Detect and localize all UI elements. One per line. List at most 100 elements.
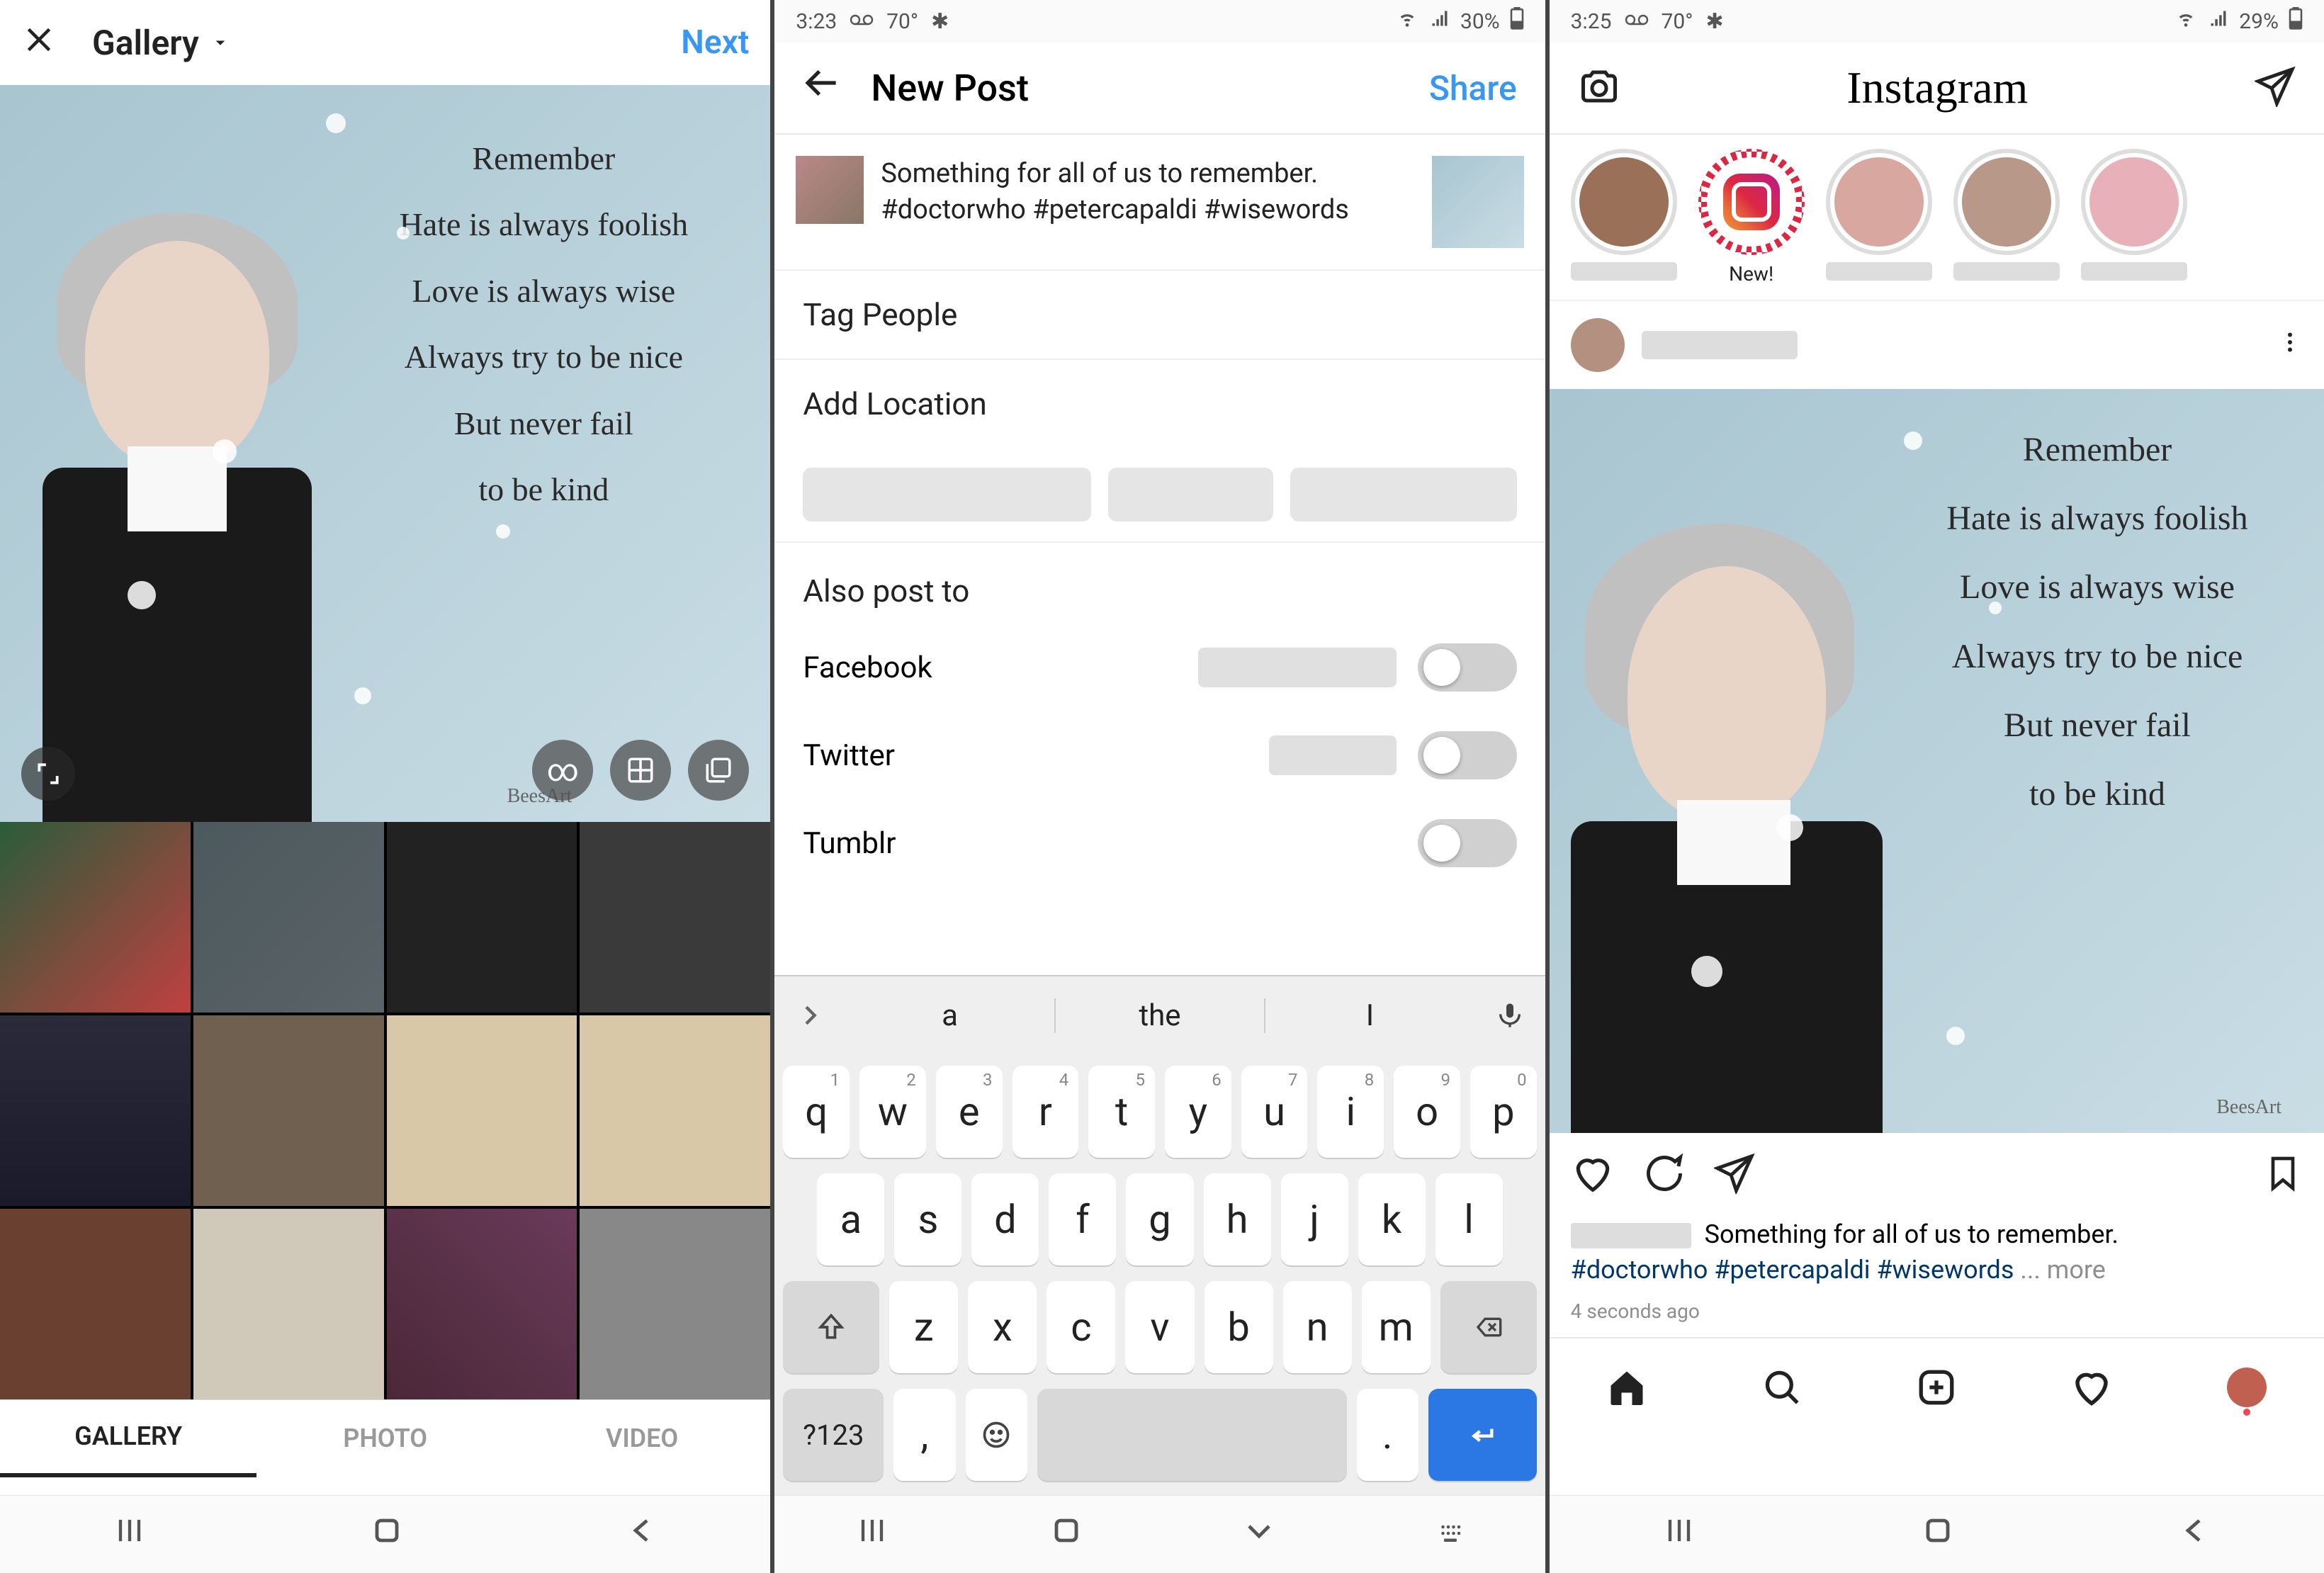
thumbnail[interactable] [193, 1209, 384, 1399]
stories-tray[interactable]: New! [1550, 135, 2324, 301]
thumbnail[interactable] [580, 1209, 770, 1399]
caption-hashtags[interactable]: #doctorwho #petercapaldi #wisewords [1571, 1255, 2014, 1285]
recents-icon[interactable] [111, 1512, 148, 1557]
caption-username-redacted[interactable] [1571, 1223, 1691, 1248]
key-shift[interactable] [783, 1281, 879, 1373]
nav-search-icon[interactable] [1759, 1365, 1805, 1410]
tab-photo[interactable]: PHOTO [256, 1400, 513, 1477]
suggestion-3[interactable]: I [1265, 998, 1474, 1033]
suggestion-1[interactable]: a [845, 998, 1055, 1033]
nav-home-icon[interactable] [1604, 1365, 1649, 1410]
add-location-row[interactable]: Add Location [774, 360, 1545, 448]
back-icon[interactable] [626, 1513, 660, 1556]
key-j[interactable]: j [1281, 1173, 1348, 1265]
comment-icon[interactable] [1643, 1152, 1686, 1197]
keyboard-switch-icon[interactable] [1435, 1514, 1466, 1555]
key-e[interactable]: e3 [936, 1066, 1003, 1158]
post-image[interactable]: Remember Hate is always foolish Love is … [1550, 389, 2324, 1133]
mic-icon[interactable] [1474, 1001, 1545, 1030]
nav-profile-icon[interactable] [2224, 1365, 2269, 1410]
thumbnail[interactable] [580, 1015, 770, 1206]
story-item[interactable] [1953, 149, 2060, 286]
suggestion-2[interactable]: the [1056, 998, 1265, 1033]
tab-video[interactable]: VIDEO [514, 1400, 770, 1477]
home-icon[interactable] [1049, 1513, 1083, 1556]
thumbnail[interactable] [193, 1015, 384, 1206]
key-w[interactable]: w2 [859, 1066, 926, 1158]
key-space[interactable] [1037, 1389, 1347, 1481]
back-arrow-icon[interactable] [803, 63, 842, 113]
key-p[interactable]: p0 [1470, 1066, 1537, 1158]
key-a[interactable]: a [817, 1173, 884, 1265]
key-c[interactable]: c [1047, 1281, 1115, 1373]
thumbnail[interactable] [580, 822, 770, 1013]
expand-crop-button[interactable] [21, 747, 75, 801]
key-symbols[interactable]: ?123 [783, 1389, 884, 1481]
thumbnail[interactable] [0, 1015, 191, 1206]
layout-button[interactable] [610, 740, 671, 801]
key-i[interactable]: i8 [1317, 1066, 1384, 1158]
key-t[interactable]: t5 [1088, 1066, 1155, 1158]
key-x[interactable]: x [968, 1281, 1037, 1373]
facebook-toggle[interactable] [1418, 643, 1517, 692]
post-thumbnail[interactable] [1432, 156, 1524, 248]
back-icon[interactable] [2178, 1513, 2212, 1556]
post-more-icon[interactable] [2277, 328, 2303, 363]
key-enter[interactable] [1428, 1389, 1537, 1481]
post-avatar[interactable] [1571, 318, 1625, 372]
thumbnail[interactable] [387, 1209, 577, 1399]
key-o[interactable]: o9 [1394, 1066, 1460, 1158]
key-h[interactable]: h [1204, 1173, 1271, 1265]
key-q[interactable]: q1 [783, 1066, 850, 1158]
key-period[interactable]: . [1357, 1389, 1418, 1481]
share-icon[interactable] [1714, 1153, 1755, 1197]
tag-people-row[interactable]: Tag People [774, 271, 1545, 360]
bookmark-icon[interactable] [2263, 1154, 2303, 1196]
keyboard-hide-icon[interactable] [1242, 1513, 1276, 1556]
like-icon[interactable] [1571, 1151, 1615, 1198]
thumbnail[interactable] [387, 822, 577, 1013]
recents-icon[interactable] [854, 1512, 891, 1557]
tab-gallery[interactable]: GALLERY [0, 1400, 256, 1477]
key-b[interactable]: b [1205, 1281, 1273, 1373]
thumbnail[interactable] [0, 822, 191, 1013]
share-button[interactable]: Share [1429, 68, 1517, 108]
key-f[interactable]: f [1049, 1173, 1116, 1265]
recents-icon[interactable] [1661, 1512, 1698, 1557]
gallery-dropdown[interactable]: Gallery [92, 23, 231, 63]
home-icon[interactable] [1921, 1513, 1955, 1556]
key-d[interactable]: d [971, 1173, 1039, 1265]
tumblr-toggle[interactable] [1418, 819, 1517, 867]
story-item-new[interactable]: New! [1698, 149, 1805, 286]
close-icon[interactable] [21, 18, 71, 68]
key-emoji[interactable] [966, 1389, 1027, 1481]
thumbnail[interactable] [0, 1209, 191, 1399]
twitter-toggle[interactable] [1418, 731, 1517, 779]
location-chip[interactable] [1108, 468, 1273, 521]
multi-select-button[interactable] [688, 740, 749, 801]
nav-new-post-icon[interactable] [1914, 1365, 1959, 1410]
home-icon[interactable] [370, 1513, 404, 1556]
key-n[interactable]: n [1283, 1281, 1352, 1373]
story-item[interactable] [1826, 149, 1932, 286]
key-y[interactable]: y6 [1165, 1066, 1231, 1158]
thumbnail-selected[interactable] [193, 822, 384, 1013]
key-z[interactable]: z [889, 1281, 958, 1373]
camera-icon[interactable] [1578, 65, 1620, 111]
key-m[interactable]: m [1362, 1281, 1431, 1373]
thumbnail[interactable] [387, 1015, 577, 1206]
key-g[interactable]: g [1126, 1173, 1193, 1265]
location-chip[interactable] [803, 468, 1091, 521]
direct-message-icon[interactable] [2255, 66, 2296, 110]
key-r[interactable]: r4 [1012, 1066, 1079, 1158]
key-k[interactable]: k [1358, 1173, 1426, 1265]
next-button[interactable]: Next [681, 23, 749, 62]
nav-activity-icon[interactable] [2069, 1365, 2114, 1410]
story-item[interactable] [2081, 149, 2187, 286]
location-chip[interactable] [1290, 468, 1517, 521]
selected-image-preview[interactable]: Remember Hate is always foolish Love is … [0, 85, 770, 822]
key-l[interactable]: l [1435, 1173, 1503, 1265]
story-item[interactable] [1571, 149, 1677, 286]
caption-input[interactable]: Something for all of us to remember. #do… [881, 156, 1414, 229]
key-u[interactable]: u7 [1241, 1066, 1308, 1158]
